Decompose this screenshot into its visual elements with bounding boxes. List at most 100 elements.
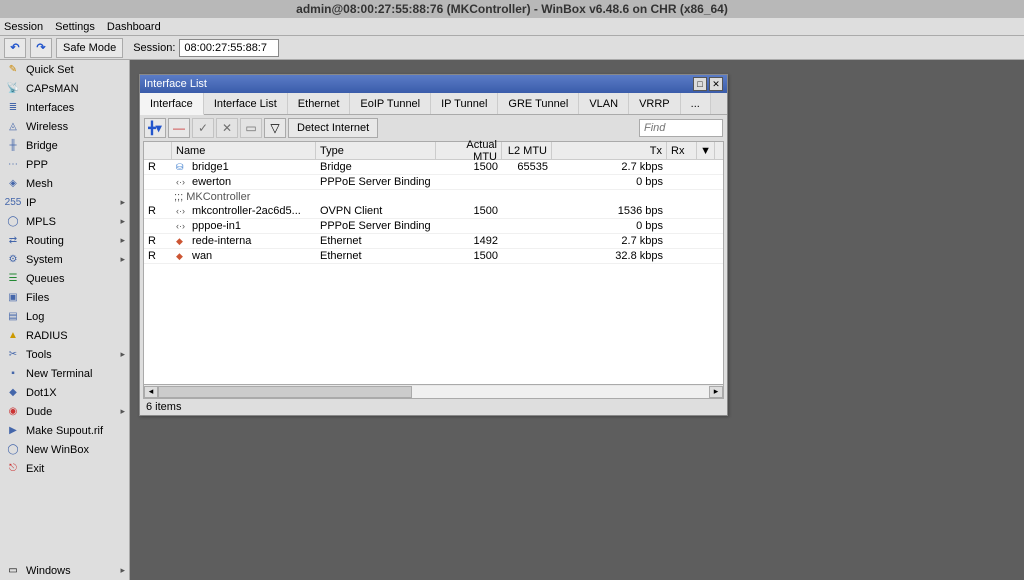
sidebar-item-queues[interactable]: ☰Queues bbox=[0, 269, 129, 288]
cell-tx: 0 bps bbox=[552, 219, 667, 233]
sidebar-item-tools[interactable]: ✂Tools▸ bbox=[0, 345, 129, 364]
interface-type-icon: ‹·› bbox=[176, 177, 188, 187]
sidebar-item-label: Dot1X bbox=[26, 387, 57, 399]
col-rx[interactable]: Rx bbox=[667, 142, 697, 159]
interface-type-icon: ◆ bbox=[176, 251, 188, 261]
sidebar-item-new-winbox[interactable]: ◯New WinBox bbox=[0, 440, 129, 459]
tab--[interactable]: ... bbox=[681, 93, 711, 114]
chevron-right-icon: ▸ bbox=[120, 349, 125, 360]
tab-gre-tunnel[interactable]: GRE Tunnel bbox=[498, 93, 579, 114]
cell-mtu: 1500 bbox=[436, 204, 502, 218]
sidebar-item-new-terminal[interactable]: ▪New Terminal bbox=[0, 364, 129, 383]
cell-mtu: 1500 bbox=[436, 249, 502, 263]
close-button[interactable]: ✕ bbox=[709, 77, 723, 91]
table-header[interactable]: Name Type Actual MTU L2 MTU Tx Rx ▼ bbox=[144, 142, 723, 160]
find-input[interactable] bbox=[639, 119, 723, 137]
col-mtu[interactable]: Actual MTU bbox=[436, 142, 502, 159]
sidebar-item-label: Tools bbox=[26, 349, 52, 361]
enable-button[interactable]: ✓ bbox=[192, 118, 214, 138]
safe-mode-button[interactable]: Safe Mode bbox=[56, 38, 123, 58]
interfaces-table: Name Type Actual MTU L2 MTU Tx Rx ▼ R⛁br… bbox=[143, 141, 724, 385]
table-row[interactable]: R◆wanEthernet150032.8 kbps bbox=[144, 249, 723, 264]
sidebar-item-label: System bbox=[26, 254, 63, 266]
table-row[interactable]: R‹·›mkcontroller-2ac6d5...OVPN Client150… bbox=[144, 204, 723, 219]
detect-internet-button[interactable]: Detect Internet bbox=[288, 118, 378, 138]
sidebar-icon: ◬ bbox=[6, 120, 20, 134]
table-row[interactable]: R⛁bridge1Bridge1500655352.7 kbps bbox=[144, 160, 723, 175]
col-l2[interactable]: L2 MTU bbox=[502, 142, 552, 159]
main-toolbar: ↶ ↷ Safe Mode Session: 08:00:27:55:88:7 bbox=[0, 36, 1024, 60]
menu-settings[interactable]: Settings bbox=[55, 21, 95, 33]
comment-button[interactable]: ▭ bbox=[240, 118, 262, 138]
filter-button[interactable]: ▽ bbox=[264, 118, 286, 138]
column-dropdown-button[interactable]: ▼ bbox=[697, 142, 715, 159]
tab-interface-list[interactable]: Interface List bbox=[204, 93, 288, 114]
cell-name: bridge1 bbox=[192, 161, 229, 173]
sidebar-item-bridge[interactable]: ╫Bridge bbox=[0, 136, 129, 155]
redo-button[interactable]: ↷ bbox=[30, 38, 52, 58]
sidebar-icon: ◈ bbox=[6, 177, 20, 191]
table-row[interactable]: ‹·›ewertonPPPoE Server Binding0 bps bbox=[144, 175, 723, 190]
session-value[interactable]: 08:00:27:55:88:7 bbox=[179, 39, 279, 57]
sidebar-item-label: Wireless bbox=[26, 121, 68, 133]
sidebar-item-ip[interactable]: 255IP▸ bbox=[0, 193, 129, 212]
sidebar-item-dude[interactable]: ◉Dude▸ bbox=[0, 402, 129, 421]
sidebar-item-wireless[interactable]: ◬ Wireless bbox=[0, 117, 129, 136]
undo-button[interactable]: ↶ bbox=[4, 38, 26, 58]
cell-mtu: 1492 bbox=[436, 234, 502, 248]
menu-session[interactable]: Session bbox=[4, 21, 43, 33]
sidebar-item-ppp[interactable]: ⋯PPP bbox=[0, 155, 129, 174]
cell-type: Ethernet bbox=[316, 234, 436, 248]
maximize-button[interactable]: □ bbox=[693, 77, 707, 91]
status-bar: 6 items bbox=[140, 399, 727, 415]
sidebar-item-dot1x[interactable]: ◆Dot1X bbox=[0, 383, 129, 402]
table-row[interactable]: ‹·›pppoe-in1PPPoE Server Binding0 bps bbox=[144, 219, 723, 234]
sidebar-item-label: PPP bbox=[26, 159, 48, 171]
sidebar-item-system[interactable]: ⚙System▸ bbox=[0, 250, 129, 269]
horizontal-scrollbar[interactable]: ◂ ▸ bbox=[143, 385, 724, 399]
cell-type: PPPoE Server Binding bbox=[316, 219, 436, 233]
sidebar-item-windows[interactable]: ▭ Windows ▸ bbox=[0, 561, 129, 580]
tab-vlan[interactable]: VLAN bbox=[579, 93, 629, 114]
sidebar-item-quick-set[interactable]: ✎Quick Set bbox=[0, 60, 129, 79]
add-button[interactable]: ╋▾ bbox=[144, 118, 166, 138]
sidebar-item-exit[interactable]: ⎋Exit bbox=[0, 459, 129, 478]
sidebar-item-log[interactable]: ▤Log bbox=[0, 307, 129, 326]
remove-button[interactable]: — bbox=[168, 118, 190, 138]
sidebar-icon: ▤ bbox=[6, 310, 20, 324]
cell-type: OVPN Client bbox=[316, 204, 436, 218]
interface-type-icon: ‹·› bbox=[176, 221, 188, 231]
inner-window-titlebar[interactable]: Interface List □ ✕ bbox=[140, 75, 727, 93]
cell-tx: 1536 bps bbox=[552, 204, 667, 218]
tab-vrrp[interactable]: VRRP bbox=[629, 93, 681, 114]
scrollbar-track[interactable] bbox=[158, 386, 709, 398]
sidebar-item-files[interactable]: ▣Files bbox=[0, 288, 129, 307]
chevron-right-icon: ▸ bbox=[120, 406, 125, 417]
inner-window-title: Interface List bbox=[144, 78, 691, 90]
chevron-right-icon: ▸ bbox=[120, 235, 125, 246]
interface-type-icon: ‹·› bbox=[176, 206, 188, 216]
scroll-left-button[interactable]: ◂ bbox=[144, 386, 158, 398]
menu-dashboard[interactable]: Dashboard bbox=[107, 21, 161, 33]
sidebar-item-capsman[interactable]: 📡CAPsMAN bbox=[0, 79, 129, 98]
cell-type: Bridge bbox=[316, 160, 436, 174]
scrollbar-thumb[interactable] bbox=[158, 386, 412, 398]
table-row[interactable]: R◆rede-internaEthernet14922.7 kbps bbox=[144, 234, 723, 249]
sidebar-icon: ▶ bbox=[6, 424, 20, 438]
sidebar-item-routing[interactable]: ⇄Routing▸ bbox=[0, 231, 129, 250]
scroll-right-button[interactable]: ▸ bbox=[709, 386, 723, 398]
col-type[interactable]: Type bbox=[316, 142, 436, 159]
sidebar-item-mesh[interactable]: ◈Mesh bbox=[0, 174, 129, 193]
col-name[interactable]: Name bbox=[172, 142, 316, 159]
sidebar-item-make-supout-rif[interactable]: ▶Make Supout.rif bbox=[0, 421, 129, 440]
sidebar-item-interfaces[interactable]: ≣Interfaces bbox=[0, 98, 129, 117]
disable-button[interactable]: ✕ bbox=[216, 118, 238, 138]
sidebar-item-mpls[interactable]: ◯MPLS▸ bbox=[0, 212, 129, 231]
tab-interface[interactable]: Interface bbox=[140, 93, 204, 115]
tab-ethernet[interactable]: Ethernet bbox=[288, 93, 351, 114]
tab-eoip-tunnel[interactable]: EoIP Tunnel bbox=[350, 93, 431, 114]
sidebar-item-radius[interactable]: ▲RADIUS bbox=[0, 326, 129, 345]
col-tx[interactable]: Tx bbox=[552, 142, 667, 159]
sidebar-item-label: IP bbox=[26, 197, 36, 209]
tab-ip-tunnel[interactable]: IP Tunnel bbox=[431, 93, 498, 114]
